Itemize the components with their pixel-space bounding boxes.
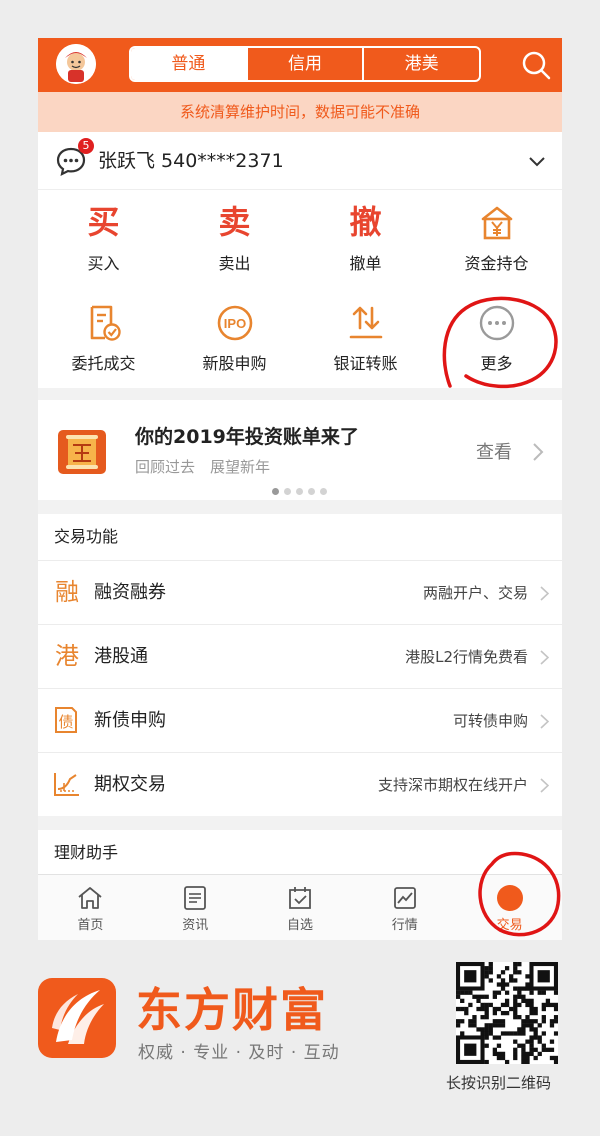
sell-label: 卖出 bbox=[218, 254, 251, 273]
chevron-right-icon bbox=[540, 650, 549, 665]
bottom-tab-bar: 首页 资讯 自选 行情 ¥ 交易 bbox=[38, 874, 562, 940]
tab-watchlist[interactable]: 自选 bbox=[248, 875, 353, 940]
margin-trading-note: 两融开户、交易 bbox=[422, 584, 528, 602]
news-icon bbox=[184, 886, 207, 910]
account-name: 张跃飞 540****2371 bbox=[98, 150, 284, 172]
avatar[interactable] bbox=[56, 44, 96, 84]
more-icon bbox=[479, 305, 514, 341]
carousel-dot[interactable] bbox=[320, 488, 327, 495]
margin-trading-label: 融资融券 bbox=[94, 582, 166, 603]
tab-news-label: 资讯 bbox=[182, 918, 209, 933]
tab-hk-us[interactable]: 港美 bbox=[362, 48, 479, 80]
cancel-order-button[interactable]: 撤 撤单 bbox=[300, 190, 431, 288]
new-bond-note: 可转债申购 bbox=[452, 712, 528, 730]
top-header: 普通 信用 港美 bbox=[38, 38, 562, 92]
tab-market-label: 行情 bbox=[391, 918, 418, 933]
trade-shortcut-grid: 买 买入 卖 卖出 撤 撤单 资金持仓 委托成交 IPO 新股申购 银证转账 更… bbox=[38, 190, 562, 388]
ipo-icon: IPO bbox=[217, 305, 252, 341]
order-deal-icon bbox=[90, 305, 121, 341]
qr-code[interactable] bbox=[456, 962, 558, 1064]
annual-bill-banner[interactable]: 你的2019年投资账单来了 回顾过去 展望新年 查看 bbox=[38, 400, 562, 500]
ipo-button[interactable]: IPO 新股申购 bbox=[169, 290, 300, 388]
carousel-dots bbox=[272, 488, 327, 495]
margin-trading-row[interactable]: 融 融资融券 两融开户、交易 bbox=[38, 560, 562, 624]
bank-transfer-button[interactable]: 银证转账 bbox=[300, 290, 431, 388]
carousel-dot[interactable] bbox=[284, 488, 291, 495]
home-icon bbox=[78, 887, 102, 909]
tab-news[interactable]: 资讯 bbox=[143, 875, 248, 940]
brand-slogan: 权威 · 专业 · 及时 · 互动 bbox=[138, 1043, 340, 1063]
bond-icon: 债 bbox=[55, 707, 77, 733]
carousel-dot[interactable] bbox=[308, 488, 315, 495]
chevron-right-icon bbox=[540, 586, 549, 601]
new-bond-row[interactable]: 债 新债申购 可转债申购 bbox=[38, 688, 562, 752]
bond-icon-glyph: 债 bbox=[58, 713, 73, 731]
tab-home[interactable]: 首页 bbox=[38, 875, 143, 940]
account-bar[interactable]: 5 张跃飞 540****2371 bbox=[38, 132, 562, 190]
bank-transfer-label: 银证转账 bbox=[333, 354, 398, 373]
options-row[interactable]: 期权交易 支持深市期权在线开户 bbox=[38, 752, 562, 816]
sell-glyph: 卖 bbox=[218, 203, 251, 241]
trade-section-title: 交易功能 bbox=[38, 514, 562, 560]
tab-market[interactable]: 行情 bbox=[352, 875, 457, 940]
chevron-right-icon bbox=[533, 443, 544, 461]
fund-position-button[interactable]: 资金持仓 bbox=[431, 190, 562, 288]
brand-logo bbox=[38, 978, 116, 1058]
ipo-icon-text: IPO bbox=[223, 316, 245, 331]
wealth-section-title: 理财助手 bbox=[38, 830, 562, 874]
cancel-order-label: 撤单 bbox=[349, 254, 382, 273]
carousel-dot[interactable] bbox=[272, 488, 279, 495]
buy-label: 买入 bbox=[87, 254, 120, 273]
hk-connect-label: 港股通 bbox=[94, 646, 148, 667]
brand-logo-mark bbox=[52, 990, 104, 1044]
cancel-glyph: 撤 bbox=[349, 203, 382, 241]
order-deal-label: 委托成交 bbox=[71, 354, 136, 373]
buy-button[interactable]: 买 买入 bbox=[38, 190, 169, 288]
account-type-segmented: 普通 信用 港美 bbox=[129, 46, 481, 82]
chevron-down-icon[interactable] bbox=[528, 152, 546, 170]
new-bond-label: 新债申购 bbox=[94, 710, 166, 731]
bank-transfer-icon bbox=[349, 306, 382, 339]
options-label: 期权交易 bbox=[94, 774, 166, 795]
chevron-right-icon bbox=[540, 714, 549, 729]
qr-caption: 长按识别二维码 bbox=[446, 1074, 552, 1092]
tab-watchlist-label: 自选 bbox=[286, 918, 313, 933]
buy-glyph: 买 bbox=[87, 203, 120, 241]
more-button[interactable]: 更多 bbox=[431, 290, 562, 388]
hk-connect-row[interactable]: 港 港股通 港股L2行情免费看 bbox=[38, 624, 562, 688]
carousel-dot[interactable] bbox=[296, 488, 303, 495]
tab-trade[interactable]: ¥ 交易 bbox=[457, 875, 562, 940]
banner-title: 你的2019年投资账单来了 bbox=[135, 426, 359, 448]
order-deal-button[interactable]: 委托成交 bbox=[38, 290, 169, 388]
message-count-badge: 5 bbox=[78, 138, 94, 154]
tab-trade-label: 交易 bbox=[496, 918, 523, 933]
trade-icon: ¥ bbox=[496, 885, 523, 911]
more-label: 更多 bbox=[480, 354, 513, 373]
fund-position-label: 资金持仓 bbox=[464, 254, 529, 273]
ipo-label: 新股申购 bbox=[202, 354, 267, 373]
chevron-right-icon bbox=[540, 778, 549, 793]
sell-button[interactable]: 卖 卖出 bbox=[169, 190, 300, 288]
options-note: 支持深市期权在线开户 bbox=[377, 776, 528, 794]
maintenance-notice: 系统清算维护时间，数据可能不准确 bbox=[38, 92, 562, 132]
hk-connect-icon: 港 bbox=[55, 642, 79, 670]
tab-home-label: 首页 bbox=[77, 918, 104, 933]
market-icon bbox=[393, 887, 416, 909]
banner-subtitle: 回顾过去 展望新年 bbox=[135, 458, 271, 476]
watchlist-icon bbox=[289, 887, 311, 909]
phone-screen: 普通 信用 港美 系统清算维护时间，数据可能不准确 5 张跃飞 540****2… bbox=[38, 38, 562, 940]
search-icon[interactable] bbox=[520, 49, 552, 81]
fund-position-icon bbox=[481, 206, 512, 240]
margin-trading-icon: 融 bbox=[55, 578, 79, 606]
brand-name: 东方财富 bbox=[136, 983, 328, 1037]
tab-normal[interactable]: 普通 bbox=[131, 48, 246, 80]
bill-scroll-icon bbox=[58, 430, 106, 474]
option-icon bbox=[54, 773, 79, 796]
tab-credit[interactable]: 信用 bbox=[245, 48, 363, 80]
hk-connect-note: 港股L2行情免费看 bbox=[405, 648, 528, 666]
banner-view-link[interactable]: 查看 bbox=[476, 438, 512, 464]
